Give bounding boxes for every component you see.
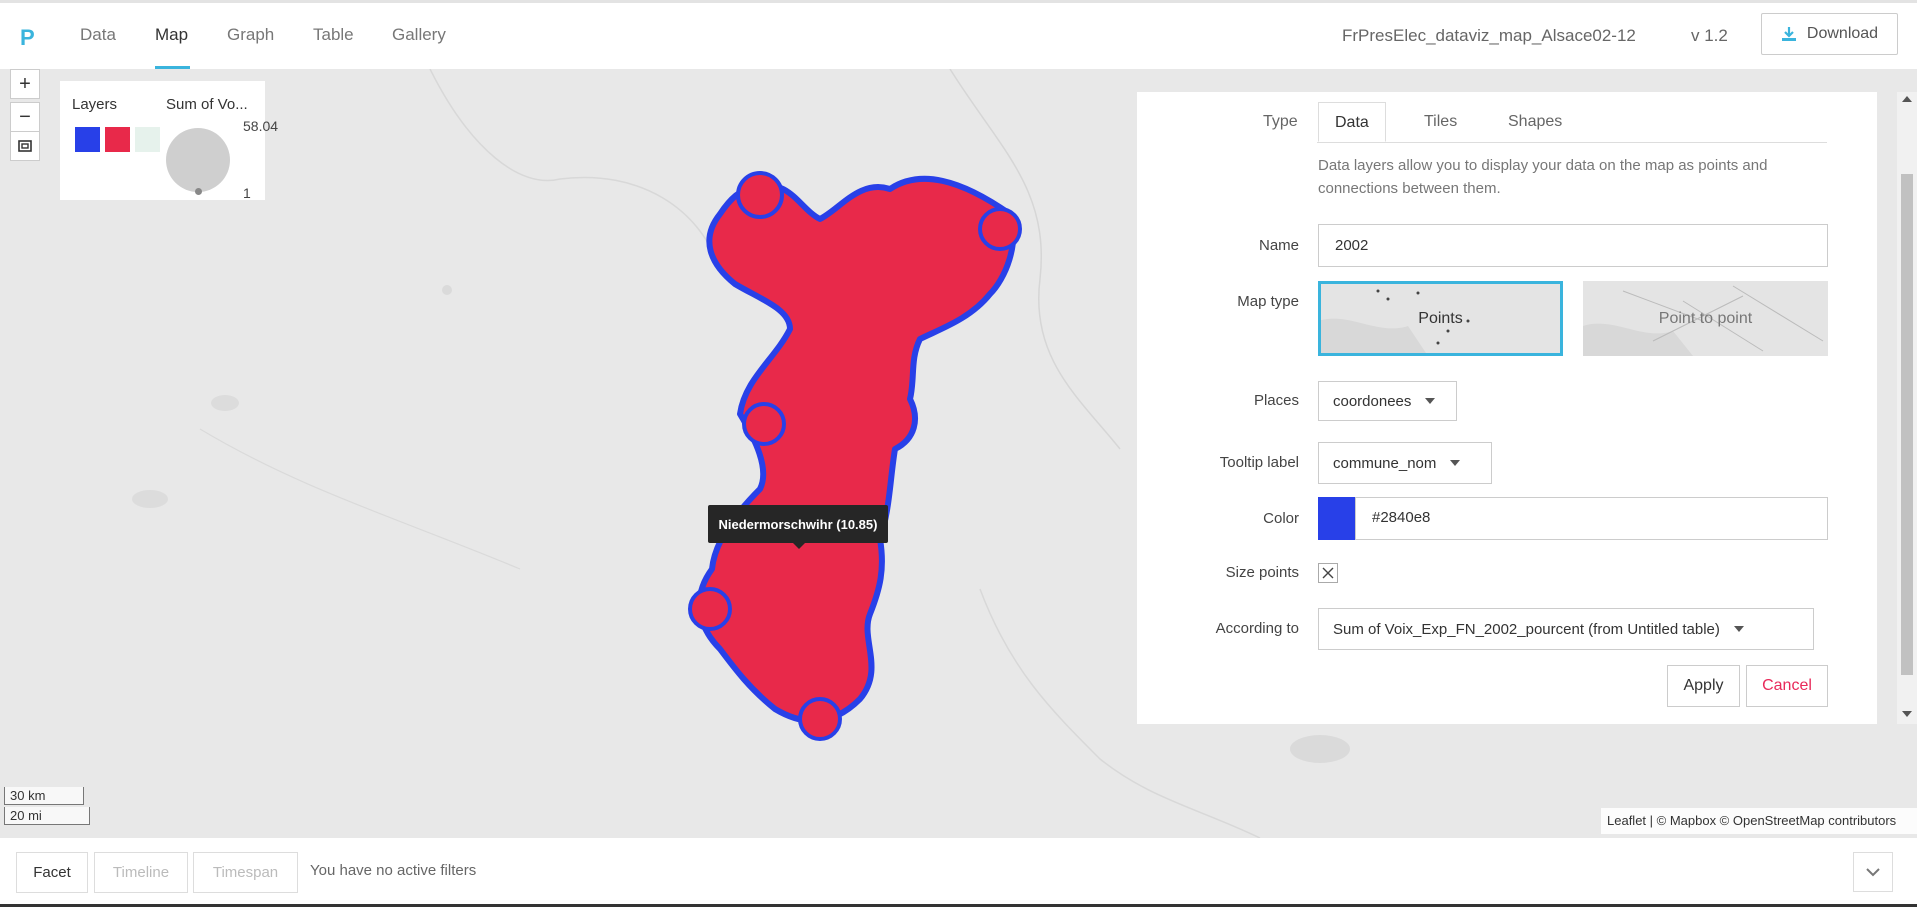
name-label: Name [1258, 237, 1299, 254]
panel-tab-data[interactable]: Data [1318, 102, 1386, 142]
map-legend: Layers Sum of Vo... 58.04 1 [60, 81, 278, 201]
panel-tab-type[interactable]: Type [1247, 102, 1314, 142]
map-type-point-to-point[interactable]: Point to point [1583, 281, 1828, 356]
tab-divider [1317, 142, 1827, 143]
legend-size-label: Sum of Vo... [166, 96, 248, 113]
version-label: v 1.2 [1691, 26, 1728, 45]
zoom-in-button[interactable]: + [10, 69, 40, 99]
according-to-value: Sum of Voix_Exp_FN_2002_pourcent (from U… [1333, 620, 1720, 638]
legend-size-bubble [166, 128, 230, 192]
color-swatch[interactable] [1318, 497, 1355, 540]
legend-layers-label: Layers [72, 96, 118, 113]
panel-description: Data layers allow you to display your da… [1318, 157, 1768, 197]
legend-max-value: 58.04 [243, 118, 279, 134]
according-to-label: According to [1215, 620, 1299, 637]
panel-tab-tiles[interactable]: Tiles [1408, 102, 1473, 142]
fit-bounds-button[interactable] [10, 131, 40, 161]
check-x-icon [1322, 567, 1334, 579]
legend-size-min-dot [195, 188, 202, 195]
tooltip-pointer [793, 543, 805, 549]
legend-min-value: 1 [243, 185, 251, 201]
nav-tab-gallery[interactable]: Gallery [392, 25, 446, 45]
legend-swatch-light [135, 127, 160, 152]
scale-mi: 20 mi [4, 807, 90, 825]
filter-status: You have no active filters [310, 862, 477, 879]
name-input[interactable]: 2002 [1318, 224, 1828, 267]
legend-swatch-red [105, 127, 130, 152]
panel-scrollbar[interactable] [1897, 92, 1917, 724]
size-points-checkbox[interactable] [1318, 563, 1338, 583]
scrollbar-thumb[interactable] [1901, 174, 1913, 675]
panel-tab-shapes[interactable]: Shapes [1492, 102, 1578, 142]
download-label: Download [1806, 25, 1879, 42]
color-input[interactable]: #2840e8 [1355, 497, 1828, 540]
according-to-dropdown[interactable]: Sum of Voix_Exp_FN_2002_pourcent (from U… [1318, 608, 1814, 650]
facet-button[interactable]: Facet [16, 852, 88, 893]
nav-tab-map[interactable]: Map [155, 25, 188, 45]
map-type-points-label: Points [1418, 309, 1463, 327]
zoom-out-button[interactable]: − [10, 102, 40, 132]
chevron-down-icon [1733, 626, 1744, 632]
scroll-up-icon[interactable] [1902, 96, 1912, 102]
scale-km: 30 km [4, 787, 84, 805]
expand-filters-button[interactable] [1853, 852, 1893, 892]
app-logo[interactable]: P [20, 25, 35, 51]
layer-settings-panel: Type Data Tiles Shapes Data layers allow… [1137, 92, 1877, 724]
cancel-button[interactable]: Cancel [1746, 665, 1828, 707]
places-value: coordonees [1333, 392, 1412, 410]
map-tooltip: Niedermorschwihr (10.85) [708, 505, 888, 543]
chevron-down-icon [1866, 868, 1880, 877]
nav-tab-table[interactable]: Table [313, 25, 354, 45]
color-label: Color [1263, 510, 1299, 527]
places-dropdown[interactable]: coordonees [1318, 381, 1457, 421]
project-name: FrPresElec_dataviz_map_Alsace02-12 [1342, 26, 1636, 45]
nav-tab-data[interactable]: Data [80, 25, 116, 45]
download-icon [1781, 27, 1796, 41]
map-type-point-to-point-label: Point to point [1658, 309, 1753, 327]
map-attribution[interactable]: Leaflet | © Mapbox © OpenStreetMap contr… [1601, 808, 1917, 834]
fit-bounds-icon [18, 140, 32, 152]
apply-button[interactable]: Apply [1667, 665, 1740, 707]
size-points-label: Size points [1225, 564, 1299, 581]
legend-swatch-blue [75, 127, 100, 152]
chevron-down-icon [1450, 460, 1461, 466]
tooltip-value: commune_nom [1333, 454, 1437, 472]
map-type-points[interactable]: Points [1318, 281, 1563, 356]
places-label: Places [1253, 392, 1299, 409]
map-type-label: Map type [1237, 293, 1299, 310]
timeline-button[interactable]: Timeline [94, 852, 188, 893]
filter-bar: Facet Timeline Timespan You have no acti… [0, 838, 1917, 907]
scroll-down-icon[interactable] [1902, 711, 1912, 717]
chevron-down-icon [1425, 398, 1436, 404]
download-button[interactable]: Download [1761, 13, 1898, 55]
timespan-button[interactable]: Timespan [193, 852, 298, 893]
nav-tab-graph[interactable]: Graph [227, 25, 274, 45]
tooltip-dropdown[interactable]: commune_nom [1318, 442, 1492, 484]
top-navbar: P Data Map Graph Table Gallery FrPresEle… [0, 0, 1917, 69]
tooltip-label: Tooltip label [1219, 454, 1299, 471]
